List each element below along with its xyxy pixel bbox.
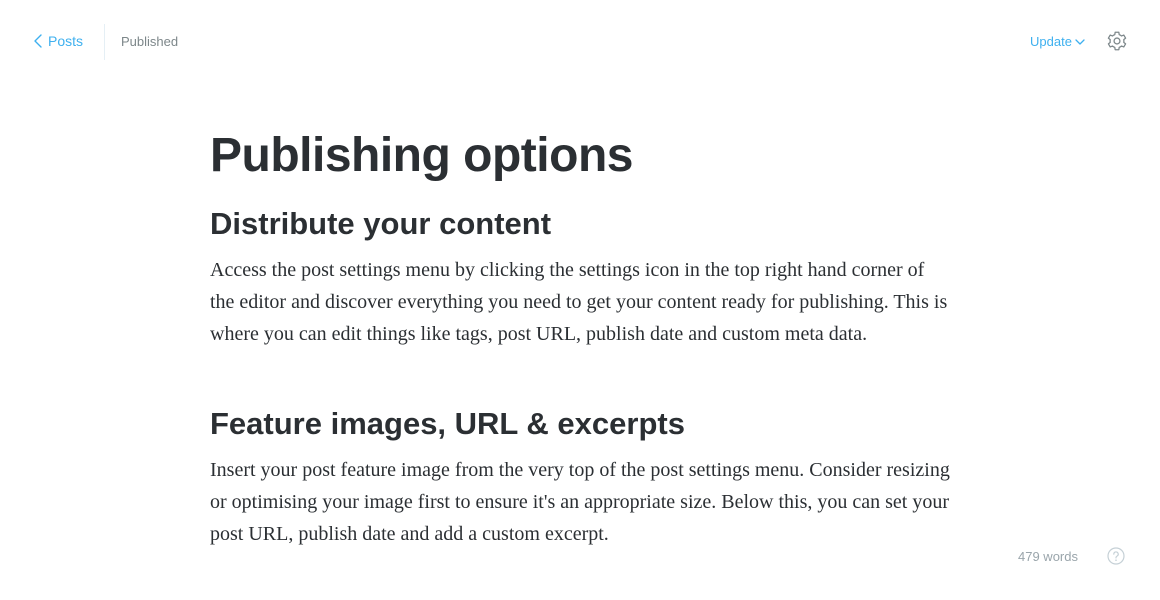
word-count: 479 words — [1018, 549, 1078, 564]
post-editor[interactable]: Publishing options Distribute your conte… — [210, 120, 970, 550]
settings-button[interactable] — [1106, 30, 1128, 52]
editor-header: Posts Published Update — [0, 24, 1160, 60]
update-button[interactable]: Update — [1030, 34, 1085, 49]
section-heading[interactable]: Feature images, URL & excerpts — [210, 404, 970, 444]
post-status: Published — [121, 34, 179, 49]
gear-icon — [1106, 31, 1128, 56]
help-button[interactable] — [1107, 547, 1125, 565]
header-divider — [104, 24, 105, 60]
back-label: Posts — [48, 33, 84, 49]
chevron-left-icon — [34, 34, 42, 48]
section-paragraph[interactable]: Access the post settings menu by clickin… — [210, 254, 950, 350]
section-paragraph[interactable]: Insert your post feature image from the … — [210, 454, 950, 550]
section-heading[interactable]: Distribute your content — [210, 204, 970, 244]
help-icon — [1107, 547, 1125, 569]
chevron-down-icon — [1075, 34, 1085, 49]
post-title[interactable]: Publishing options — [210, 120, 970, 192]
update-label: Update — [1030, 34, 1072, 49]
back-to-posts-link[interactable]: Posts — [34, 33, 83, 49]
